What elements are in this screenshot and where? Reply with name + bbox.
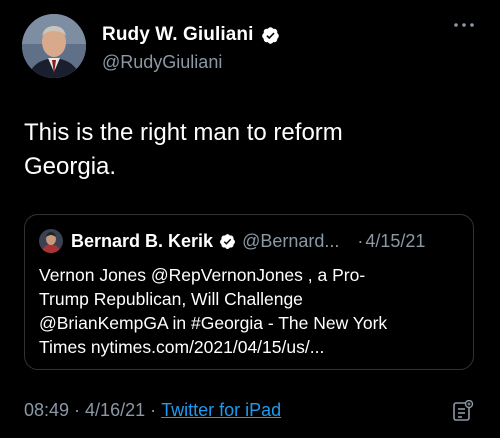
meta-separator: ·	[74, 400, 81, 420]
verified-badge-icon	[261, 26, 279, 44]
quoted-tweet-date: 4/15/21	[365, 230, 426, 251]
author-avatar[interactable]	[22, 14, 86, 78]
author-handle[interactable]: @RudyGiuliani	[102, 52, 280, 73]
author-name[interactable]: Rudy W. Giuliani	[102, 24, 254, 46]
analytics-icon[interactable]	[452, 400, 474, 422]
quoted-tweet-text: Vernon Jones @RepVernonJones , a Pro- Tr…	[39, 265, 388, 357]
meta-separator: ·	[150, 400, 157, 420]
quoted-author-avatar	[39, 229, 63, 253]
tweet-metadata: 08:49 · 4/16/21 · Twitter for iPad	[24, 400, 281, 421]
tweet-date: 4/16/21	[85, 400, 146, 420]
tweet-text: This is the right man to reform Georgia.	[24, 119, 343, 180]
quoted-date-separator: ·	[357, 230, 364, 251]
quoted-tweet-card[interactable]: Bernard B. Kerik @Bernard... · 4/15/21 V…	[24, 214, 474, 370]
more-options-icon[interactable]	[452, 20, 476, 30]
tweet-source-link[interactable]: Twitter for iPad	[161, 400, 281, 421]
quoted-author-handle: @Bernard...	[242, 230, 340, 251]
tweet-time: 08:49	[24, 400, 70, 420]
verified-badge-icon	[220, 233, 235, 249]
author-info[interactable]: Rudy W. Giuliani @RudyGiuliani	[102, 24, 280, 73]
quoted-tweet-header: Bernard B. Kerik @Bernard... · 4/15/21	[39, 229, 461, 253]
quoted-author-name: Bernard B. Kerik	[71, 230, 214, 251]
